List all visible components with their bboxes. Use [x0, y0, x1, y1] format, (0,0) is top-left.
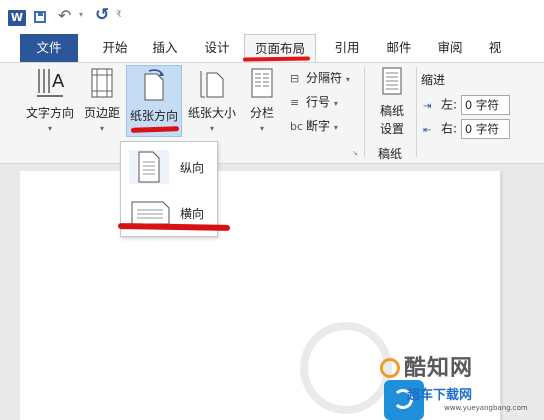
save-icon[interactable] [34, 11, 46, 23]
draft-paper-button[interactable]: 稿纸 设置 [370, 67, 414, 137]
indent-left-input[interactable]: 0 字符 [460, 95, 510, 115]
margins-icon [91, 68, 113, 98]
ribbon-panel: A 文字方向 ▾ 页边距 ▾ 纸张方向 纸张大小 ▾ 分栏 ▾ ⊟ 分隔符 ▾ … [0, 62, 544, 164]
text-direction-icon: A [37, 69, 65, 97]
orientation-label: 纸张方向 [129, 109, 178, 123]
undo-icon[interactable]: ↶ [58, 6, 71, 25]
orientation-portrait-item[interactable]: 纵向 [125, 146, 213, 186]
dropdown-arrow-icon: ▾ [99, 124, 104, 133]
tab-view[interactable]: 视 [480, 34, 510, 62]
hyphenation-label: 断字 [306, 119, 331, 133]
watermark-brand-2: 超车下载网 [407, 388, 473, 403]
indent-left-icon: ⇥ [423, 100, 432, 112]
line-numbers-icon: ≡ [290, 96, 300, 109]
dropdown-arrow-icon: ▾ [209, 124, 214, 133]
landscape-label: 横向 [180, 207, 205, 221]
indent-left-label: 左: [441, 97, 458, 112]
indent-right-input[interactable]: 0 字符 [460, 119, 510, 139]
watermark-brand-1: 酷知网 [380, 350, 473, 382]
breaks-icon: ⊟ [290, 72, 300, 85]
indent-right-label: 右: [441, 121, 458, 136]
redo-icon[interactable]: ↺ [95, 5, 109, 25]
orientation-icon [144, 69, 164, 101]
tab-insert[interactable]: 插入 [140, 34, 190, 62]
columns-button[interactable]: 分栏 ▾ [244, 67, 280, 133]
group-separator [416, 67, 417, 157]
tab-design[interactable]: 设计 [192, 34, 242, 62]
size-label: 纸张大小 [187, 106, 236, 120]
tab-references[interactable]: 引用 [322, 34, 372, 62]
portrait-label: 纵向 [180, 161, 205, 175]
watermark-circle [300, 322, 392, 414]
breaks-button[interactable]: ⊟ 分隔符 ▾ [290, 69, 350, 86]
indent-right-icon: ⇤ [423, 124, 432, 136]
quick-access-toolbar: W ↶ ▾ ↺ ₹ [0, 0, 544, 34]
page-edge [500, 171, 503, 420]
indent-left-row: ⇥ 左: 0 字符 [423, 95, 510, 115]
hyphenation-button[interactable]: bc 断字 ▾ [290, 117, 338, 134]
text-direction-label: 文字方向 [25, 106, 74, 120]
dropdown-arrow-icon: ▾ [259, 124, 264, 133]
tab-home[interactable]: 开始 [90, 34, 140, 62]
undo-dropdown-icon[interactable]: ▾ [79, 10, 83, 19]
columns-icon [251, 68, 273, 98]
dropdown-arrow-icon: ▾ [47, 124, 52, 133]
paper-size-icon [200, 71, 224, 98]
svg-text:A: A [52, 71, 65, 92]
watermark-brand-1-text: 酷知网 [404, 356, 474, 381]
columns-label: 分栏 [249, 106, 274, 120]
tab-review[interactable]: 审阅 [424, 34, 476, 62]
indent-right-row: ⇤ 右: 0 字符 [423, 119, 510, 139]
tab-file[interactable]: 文件 [20, 34, 78, 62]
dropdown-arrow-icon: ▾ [345, 75, 350, 84]
dropdown-arrow-icon: ▾ [333, 123, 338, 132]
word-app-icon: W [8, 10, 26, 26]
breaks-label: 分隔符 [306, 71, 343, 85]
portrait-page-icon [129, 150, 169, 184]
line-numbers-label: 行号 [306, 95, 331, 109]
margins-button[interactable]: 页边距 ▾ [80, 67, 124, 133]
size-button[interactable]: 纸张大小 ▾ [184, 67, 240, 133]
watermark-url: www.yueyangbang.com [444, 404, 528, 412]
line-numbers-button[interactable]: ≡ 行号 ▾ [290, 93, 338, 110]
draft-paper-label-2: 设置 [379, 122, 404, 136]
margins-label: 页边距 [83, 106, 120, 120]
draft-paper-icon [382, 67, 402, 95]
page-setup-launcher-icon[interactable]: ↘ [352, 149, 358, 157]
dropdown-arrow-icon: ▾ [333, 99, 338, 108]
hyphenation-icon: bc [290, 120, 304, 133]
tab-mailings[interactable]: 邮件 [374, 34, 424, 62]
document-page[interactable] [20, 171, 500, 420]
draft-group-label: 稿纸 [378, 147, 403, 161]
indent-title: 缩进 [421, 73, 446, 87]
text-direction-button[interactable]: A 文字方向 ▾ [23, 67, 77, 133]
customize-qat-icon[interactable]: ₹ [116, 10, 122, 20]
watermark-logo-icon [380, 358, 400, 378]
draft-paper-label-1: 稿纸 [379, 104, 404, 118]
group-separator [364, 67, 365, 157]
